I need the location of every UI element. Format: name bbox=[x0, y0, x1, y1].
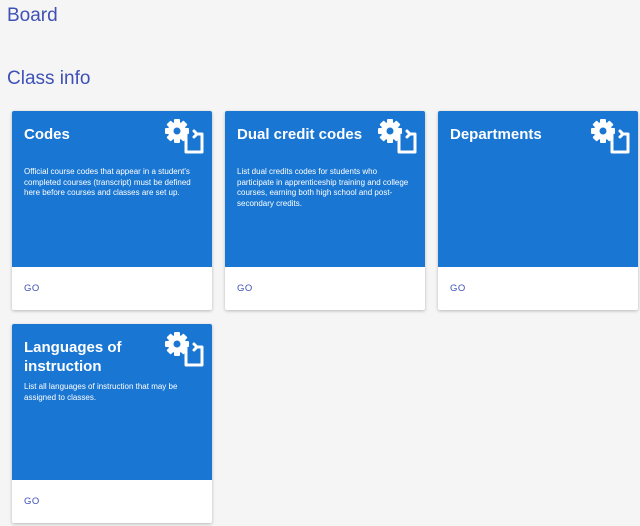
go-button[interactable]: GO bbox=[20, 281, 44, 296]
card-description: Official course codes that appear in a s… bbox=[24, 167, 191, 197]
card-codes: Codes Official course codes that appear bbox=[12, 111, 212, 310]
card-header: Departments bbox=[438, 111, 638, 267]
settings-applications-icon bbox=[165, 119, 204, 154]
card-header: Codes Official course codes that appear bbox=[12, 111, 212, 267]
card-departments: Departments GO bbox=[438, 111, 638, 310]
go-button[interactable]: GO bbox=[233, 281, 257, 296]
card-title: Codes bbox=[24, 126, 70, 143]
card-title: Departments bbox=[450, 126, 542, 143]
settings-applications-icon bbox=[378, 119, 417, 154]
settings-applications-icon bbox=[165, 332, 204, 367]
section-title: Class info bbox=[7, 68, 91, 89]
card-actions: GO bbox=[12, 267, 212, 310]
card-actions: GO bbox=[225, 267, 425, 310]
card-title: Dual credit codes bbox=[237, 126, 363, 143]
card-description: List dual credits codes for students who… bbox=[237, 167, 409, 208]
settings-applications-icon bbox=[591, 119, 630, 154]
go-button[interactable]: GO bbox=[20, 494, 44, 509]
card-title: Languages of instruction bbox=[24, 339, 122, 375]
card-actions: GO bbox=[438, 267, 638, 310]
go-button[interactable]: GO bbox=[446, 281, 470, 296]
card-description: List all languages of instruction that m… bbox=[24, 382, 178, 402]
card-actions: GO bbox=[12, 480, 212, 523]
card-header: Languages of instruction List all langua… bbox=[12, 324, 212, 480]
board-title: Board bbox=[7, 5, 58, 26]
card-dual-credit-codes: Dual credit codes List dual credits code… bbox=[225, 111, 425, 310]
card-header: Dual credit codes List dual credits code… bbox=[225, 111, 425, 267]
card-languages-of-instruction: Languages of instruction List all langua… bbox=[12, 324, 212, 523]
